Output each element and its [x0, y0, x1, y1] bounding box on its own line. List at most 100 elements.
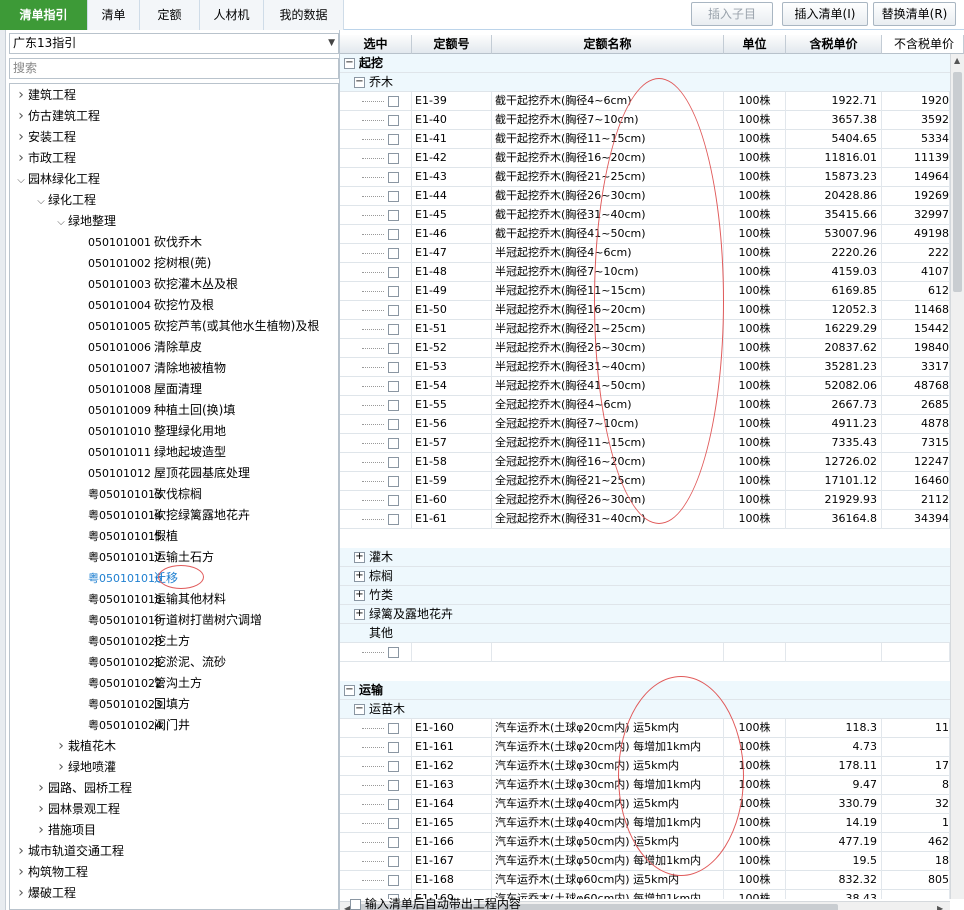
row-checkbox[interactable] [388, 779, 399, 791]
col-quota-name[interactable]: 定额名称 [492, 35, 724, 54]
table-row[interactable]: E1-56 全冠起挖乔木(胸径7~10cm) 100株 4911.23 4878 [340, 415, 950, 434]
table-row[interactable]: E1-48 半冠起挖乔木(胸径7~10cm) 100株 4159.03 4107 [340, 263, 950, 282]
table-row[interactable]: E1-166 汽车运乔木(土球φ50cm内) 运5km内 100株 477.19 462 [340, 833, 950, 852]
select-cell[interactable] [340, 415, 412, 434]
tree-node[interactable]: 粤050101015假植 [88, 526, 178, 547]
chevron-down-icon[interactable]: ⌵ [34, 191, 48, 212]
select-cell[interactable] [340, 187, 412, 206]
tree-node[interactable]: 粤050101020挖土方 [88, 631, 190, 652]
chevron-right-icon[interactable]: › [14, 862, 28, 883]
row-checkbox[interactable] [388, 323, 399, 335]
chevron-right-icon[interactable]: › [14, 85, 28, 106]
tree-node[interactable]: › 绿地喷灌 [54, 757, 116, 778]
select-cell[interactable] [340, 434, 412, 453]
group-row[interactable]: − 起挖 [340, 54, 950, 74]
select-cell[interactable] [340, 871, 412, 890]
select-cell[interactable] [340, 738, 412, 757]
expand-plus-icon[interactable]: + [354, 552, 365, 563]
row-checkbox[interactable] [388, 266, 399, 278]
select-cell[interactable] [340, 206, 412, 225]
group-row[interactable]: 其他 [340, 624, 950, 643]
select-cell[interactable] [340, 301, 412, 320]
tree-node[interactable]: 050101005 砍挖芦苇(或其他水生植物)及根 [88, 316, 319, 337]
table-row[interactable]: E1-165 汽车运乔木(土球φ40cm内) 每增加1km内 100株 14.19 1 [340, 814, 950, 833]
select-cell[interactable] [340, 225, 412, 244]
tree-node[interactable]: › 建筑工程 [14, 85, 76, 106]
chevron-right-icon[interactable]: › [34, 778, 48, 799]
row-checkbox[interactable] [388, 228, 399, 240]
tree-node[interactable]: 050101004 砍挖竹及根 [88, 295, 214, 316]
tree-node[interactable]: › 构筑物工程 [14, 862, 88, 883]
row-checkbox[interactable] [388, 513, 399, 525]
collapse-minus-icon[interactable]: − [344, 685, 355, 696]
col-unit[interactable]: 单位 [724, 35, 786, 54]
tree-node[interactable]: › 安装工程 [14, 127, 76, 148]
row-checkbox[interactable] [388, 760, 399, 772]
region-select[interactable]: 广东13指引 ▼ [9, 33, 339, 54]
tree-node[interactable]: 粤050101014砍挖绿篱露地花卉 [88, 505, 250, 526]
tree-node[interactable]: › 栽植花木 [54, 736, 116, 757]
select-cell[interactable] [340, 111, 412, 130]
group-row[interactable]: + 灌木 [340, 548, 950, 567]
col-price-tax[interactable]: 含税单价 [786, 35, 882, 54]
row-checkbox[interactable] [388, 380, 399, 392]
chevron-right-icon[interactable]: › [14, 106, 28, 127]
select-cell[interactable] [340, 92, 412, 111]
tree-node[interactable]: 050101011 绿地起坡造型 [88, 442, 226, 463]
vertical-scroll-thumb[interactable] [953, 72, 962, 292]
row-checkbox[interactable] [388, 646, 399, 658]
table-row[interactable]: E1-44 截干起挖乔木(胸径26~30cm) 100株 20428.86 19269 [340, 187, 950, 206]
row-checkbox[interactable] [388, 437, 399, 449]
select-cell[interactable] [340, 643, 412, 662]
table-row[interactable]: E1-51 半冠起挖乔木(胸径21~25cm) 100株 16229.29 15442 [340, 320, 950, 339]
select-cell[interactable] [340, 339, 412, 358]
row-checkbox[interactable] [388, 855, 399, 867]
tree-node[interactable]: 粤050101019行道树打凿树穴调增 [88, 610, 262, 631]
row-checkbox[interactable] [388, 494, 399, 506]
row-checkbox[interactable] [388, 190, 399, 202]
table-row[interactable]: E1-40 截干起挖乔木(胸径7~10cm) 100株 3657.38 3592 [340, 111, 950, 130]
tree-node[interactable]: › 爆破工程 [14, 883, 76, 904]
collapse-minus-icon[interactable]: − [344, 58, 355, 69]
table-row[interactable]: E1-42 截干起挖乔木(胸径16~20cm) 100株 11816.01 11139 [340, 149, 950, 168]
row-checkbox[interactable] [388, 418, 399, 430]
select-cell[interactable] [340, 282, 412, 301]
replace-list-button[interactable]: 替换清单(R) [873, 2, 956, 26]
table-row[interactable]: E1-49 半冠起挖乔木(胸径11~15cm) 100株 6169.85 612 [340, 282, 950, 301]
row-checkbox[interactable] [388, 741, 399, 753]
insert-child-button[interactable]: 插入子目 [691, 2, 773, 26]
table-row[interactable]: E1-161 汽车运乔木(土球φ20cm内) 每增加1km内 100株 4.73 [340, 738, 950, 757]
row-checkbox[interactable] [388, 798, 399, 810]
select-cell[interactable] [340, 719, 412, 738]
select-cell[interactable] [340, 776, 412, 795]
table-row[interactable]: E1-39 截干起挖乔木(胸径4~6cm) 100株 1922.71 1920 [340, 92, 950, 111]
tree-node[interactable]: ⌵ 园林绿化工程 [14, 169, 100, 190]
table-row[interactable]: E1-52 半冠起挖乔木(胸径26~30cm) 100株 20837.62 19840 [340, 339, 950, 358]
select-cell[interactable] [340, 814, 412, 833]
table-row[interactable]: E1-54 半冠起挖乔木(胸径41~50cm) 100株 52082.06 48768 [340, 377, 950, 396]
col-quota-code[interactable]: 定额号 [412, 35, 492, 54]
select-cell[interactable] [340, 377, 412, 396]
row-checkbox[interactable] [388, 304, 399, 316]
tree-node[interactable]: 粤050101016迁移 [88, 568, 178, 589]
select-cell[interactable] [340, 130, 412, 149]
tree-node[interactable]: 050101007 清除地被植物 [88, 358, 226, 379]
tree-node[interactable]: › 措施项目 [34, 820, 96, 841]
table-row[interactable]: E1-46 截干起挖乔木(胸径41~50cm) 100株 53007.96 49198 [340, 225, 950, 244]
select-cell[interactable] [340, 149, 412, 168]
table-row[interactable]: E1-57 全冠起挖乔木(胸径11~15cm) 100株 7335.43 7315 [340, 434, 950, 453]
select-cell[interactable] [340, 795, 412, 814]
expand-plus-icon[interactable]: + [354, 571, 365, 582]
row-checkbox[interactable] [388, 399, 399, 411]
tree-node[interactable]: 050101002 挖树根(蔸) [88, 253, 211, 274]
table-row[interactable]: E1-53 半冠起挖乔木(胸径31~40cm) 100株 35281.23 3317 [340, 358, 950, 377]
tree-node[interactable]: › 市政工程 [14, 148, 76, 169]
tree-node[interactable]: 粤050101013砍伐棕榈 [88, 484, 202, 505]
tab-quota[interactable]: 定额 [140, 0, 200, 30]
table-row[interactable]: E1-60 全冠起挖乔木(胸径26~30cm) 100株 21929.93 2112 [340, 491, 950, 510]
tab-list-guide[interactable]: 清单指引 [0, 0, 88, 30]
group-row[interactable]: + 竹类 [340, 586, 950, 605]
select-cell[interactable] [340, 358, 412, 377]
col-select[interactable]: 选中 [340, 35, 412, 54]
select-cell[interactable] [340, 510, 412, 529]
